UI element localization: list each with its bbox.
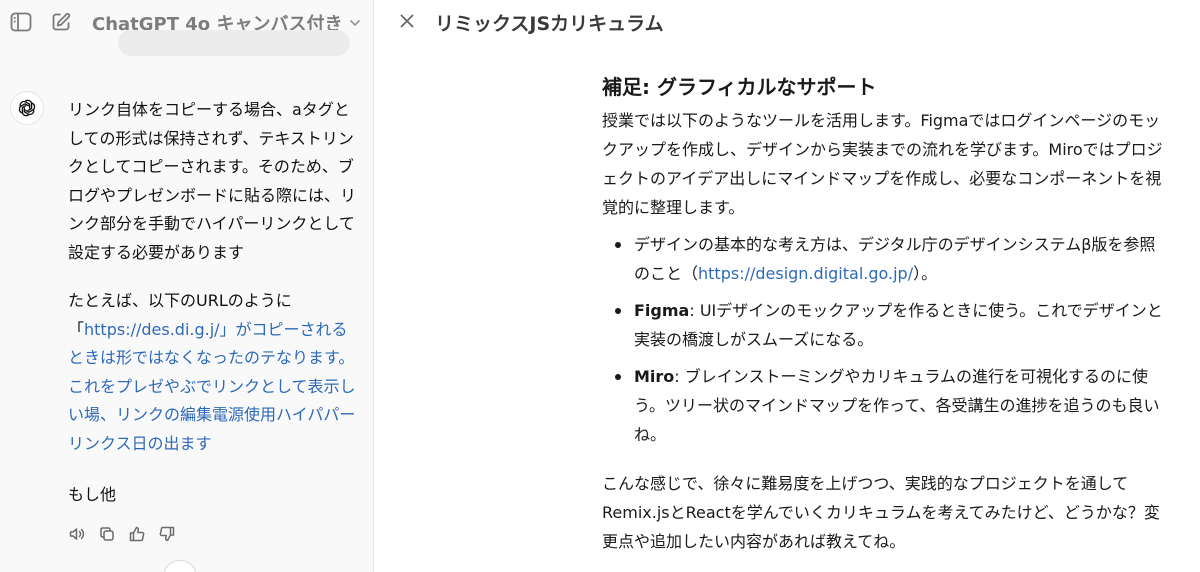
scroll-down-button[interactable] [163,560,197,572]
openai-logo-icon [18,99,36,117]
assistant-message-paragraph: リンク自体をコピーする場合、aタグとしての形式は保持されず、テキストリンクとして… [68,100,357,262]
list-item-suffix: ）。 [913,264,938,283]
list-item: Figma: UIデザインのモックアップを作るときに使う。これでデザインと実装の… [602,296,1167,354]
closing-paragraph: こんな感じで、徐々に難易度を上げつつ、実践的なプロジェクトを通してRemix.j… [602,474,1160,551]
canvas-title: リミックスJSカリキュラム [435,13,664,35]
bullet-list: デザインの基本的な考え方は、デジタル庁のデザインシステムβ版を参照のこと（htt… [602,230,1167,449]
assistant-message-paragraph-with-link: たとえば、以下のURLのように「https://des.di.g.j/」がコピー… [68,287,358,458]
read-aloud-icon[interactable] [66,523,88,545]
assistant-avatar [10,91,44,125]
list-item: デザインの基本的な考え方は、デジタル庁のデザインシステムβ版を参照のこと（htt… [602,230,1167,288]
list-item-text: : ブレインストーミングやカリキュラムの進行を可視化するのに使う。ツリー状のマイ… [634,367,1160,444]
chat-pane: ChatGPT 4o キャンバス付き リンク自体をコピーする場合、aタグとしての… [0,0,374,572]
new-chat-icon[interactable] [48,9,74,35]
list-item-text: : UIデザインのモックアップを作るときに使う。これでデザインと実装の橋渡しがス… [634,301,1163,349]
canvas-document[interactable]: 補足: グラフィカルなサポート 授業では以下のようなツールを活用します。Figm… [602,70,1167,556]
previous-user-message-bubble [118,30,350,56]
assistant-message-paragraph: もし他 [68,485,117,504]
close-canvas-icon[interactable] [395,9,419,33]
canvas-pane: リミックスJSカリキュラム 補足: グラフィカルなサポート 授業では以下のような… [375,0,1200,572]
list-item: Miro: ブレインストーミングやカリキュラムの進行を可視化するのに使う。ツリー… [602,362,1167,449]
intro-paragraph: 授業では以下のようなツールを活用します。Figmaではログインページのモックアッ… [602,111,1163,217]
copy-icon[interactable] [96,523,118,545]
thumbs-up-icon[interactable] [126,523,148,545]
list-item-term: Miro [634,367,675,386]
thumbs-down-icon[interactable] [156,523,178,545]
list-item-term: Figma [634,301,690,320]
message-link[interactable]: https://des.di.g.j/」がコピーされるときは形ではなくなったのテ… [68,320,356,453]
chevron-down-icon [350,20,361,26]
design-system-link[interactable]: https://design.digital.go.jp/ [698,264,913,283]
sidebar-toggle-icon[interactable] [8,9,34,35]
message-actions [66,523,178,545]
section-heading: 補足: グラフィカルなサポート [602,75,877,99]
